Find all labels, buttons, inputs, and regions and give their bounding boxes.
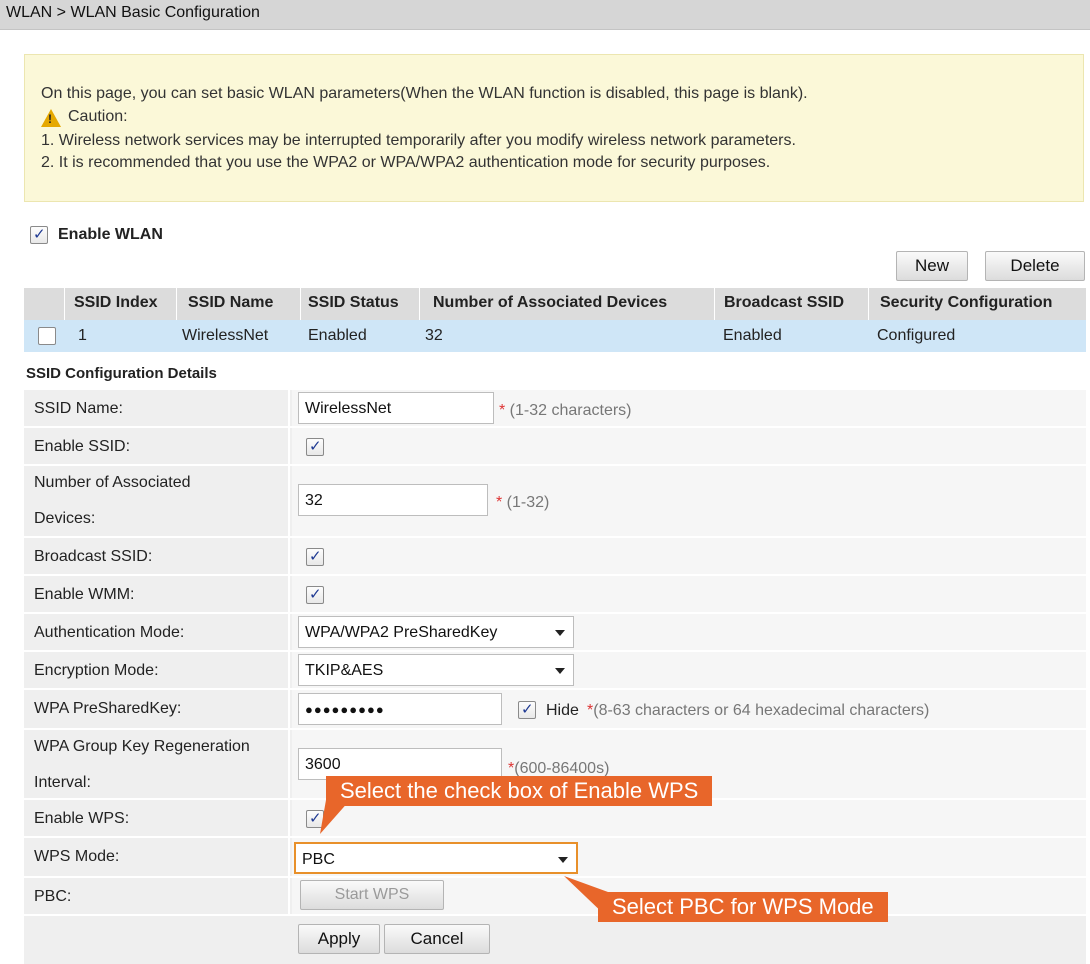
- row-enable-wmm: Enable WMM:: [24, 576, 1086, 614]
- row-associated-devices: Number of Associated Devices: 32 * (1-32…: [24, 466, 1086, 538]
- pbc-label: PBC:: [34, 888, 72, 905]
- cell-security-config: Configured: [877, 327, 956, 344]
- notice-caution: Caution:: [68, 108, 128, 125]
- col-ssid-status: SSID Status: [308, 294, 399, 311]
- broadcast-ssid-label: Broadcast SSID:: [34, 548, 153, 565]
- ssid-name-label: SSID Name:: [34, 400, 123, 417]
- enable-ssid-label: Enable SSID:: [34, 438, 131, 455]
- row-enable-ssid: Enable SSID:: [24, 428, 1086, 466]
- ssid-table-header: SSID Index SSID Name SSID Status Number …: [24, 288, 1086, 320]
- cell-ssid-status: Enabled: [308, 327, 367, 344]
- row-wps-mode: WPS Mode: PBC: [24, 838, 1086, 878]
- enable-wmm-checkbox[interactable]: [306, 585, 324, 604]
- info-notice: On this page, you can set basic WLAN par…: [24, 54, 1084, 202]
- group-key-label-2: Interval:: [34, 774, 91, 791]
- associated-devices-label-2: Devices:: [34, 510, 96, 527]
- row-encryption-mode: Encryption Mode: TKIP&AES: [24, 652, 1086, 690]
- col-broadcast-ssid: Broadcast SSID: [724, 294, 845, 311]
- enable-wlan-label: Enable WLAN: [58, 226, 163, 243]
- enable-ssid-checkbox[interactable]: [306, 437, 324, 456]
- cell-ssid-index: 1: [78, 327, 87, 344]
- encryption-mode-label: Encryption Mode:: [34, 662, 159, 679]
- breadcrumb-bar: WLAN > WLAN Basic Configuration: [0, 0, 1090, 30]
- hide-psk-checkbox[interactable]: [518, 700, 536, 719]
- group-key-label-1: WPA Group Key Regeneration: [34, 738, 250, 755]
- row-ssid-name: SSID Name: WirelessNet * (1-32 character…: [24, 390, 1086, 428]
- wps-mode-select[interactable]: PBC: [294, 842, 578, 874]
- chevron-down-icon: [558, 857, 568, 863]
- col-ssid-index: SSID Index: [74, 294, 158, 311]
- associated-devices-hint: * (1-32): [496, 494, 550, 511]
- hide-psk-label: Hide: [546, 702, 579, 719]
- cell-broadcast-ssid: Enabled: [723, 327, 782, 344]
- ssid-name-hint: * (1-32 characters): [499, 402, 632, 419]
- col-ssid-name: SSID Name: [188, 294, 274, 311]
- new-button[interactable]: New: [896, 251, 968, 281]
- row-select-checkbox[interactable]: [38, 327, 56, 345]
- row-psk: WPA PreSharedKey: ●●●●●●●●● Hide *(8-63 …: [24, 690, 1086, 730]
- warning-icon: [41, 109, 61, 127]
- broadcast-ssid-checkbox[interactable]: [306, 547, 324, 566]
- enable-wlan-checkbox[interactable]: [30, 225, 48, 244]
- row-auth-mode: Authentication Mode: WPA/WPA2 PreSharedK…: [24, 614, 1086, 652]
- chevron-down-icon: [555, 668, 565, 674]
- psk-label: WPA PreSharedKey:: [34, 700, 182, 717]
- notice-intro: On this page, you can set basic WLAN par…: [41, 85, 808, 102]
- cell-associated-devices: 32: [425, 327, 443, 344]
- start-wps-button[interactable]: Start WPS: [300, 880, 444, 910]
- row-broadcast-ssid: Broadcast SSID:: [24, 538, 1086, 576]
- enable-wmm-label: Enable WMM:: [34, 586, 135, 603]
- auth-mode-select[interactable]: WPA/WPA2 PreSharedKey: [298, 616, 574, 648]
- callout-wps-mode: Select PBC for WPS Mode: [598, 892, 888, 922]
- delete-button[interactable]: Delete: [985, 251, 1085, 281]
- breadcrumb: WLAN > WLAN Basic Configuration: [6, 4, 260, 21]
- col-associated-devices: Number of Associated Devices: [433, 294, 668, 311]
- notice-line-2: 2. It is recommended that you use the WP…: [41, 154, 771, 171]
- enable-wps-label: Enable WPS:: [34, 810, 130, 827]
- callout-enable-wps: Select the check box of Enable WPS: [326, 776, 713, 806]
- col-security-config: Security Configuration: [880, 294, 1053, 311]
- psk-hint: *(8-63 characters or 64 hexadecimal char…: [587, 702, 930, 719]
- chevron-down-icon: [555, 630, 565, 636]
- table-row[interactable]: 1 WirelessNet Enabled 32 Enabled Configu…: [24, 320, 1086, 352]
- psk-input[interactable]: ●●●●●●●●●: [298, 693, 502, 725]
- notice-line-1: 1. Wireless network services may be inte…: [41, 132, 796, 149]
- auth-mode-label: Authentication Mode:: [34, 624, 185, 641]
- ssid-name-input[interactable]: WirelessNet: [298, 392, 494, 424]
- row-pbc: PBC: Start WPS: [24, 878, 1086, 916]
- associated-devices-input[interactable]: 32: [298, 484, 488, 516]
- apply-button[interactable]: Apply: [298, 924, 380, 954]
- cell-ssid-name: WirelessNet: [182, 327, 269, 344]
- encryption-mode-select[interactable]: TKIP&AES: [298, 654, 574, 686]
- cancel-button[interactable]: Cancel: [384, 924, 490, 954]
- wps-mode-label: WPS Mode:: [34, 848, 120, 865]
- ssid-config-details-title: SSID Configuration Details: [26, 365, 217, 382]
- row-actions: Apply Cancel: [24, 916, 1086, 964]
- associated-devices-label-1: Number of Associated: [34, 474, 191, 491]
- callout-pointer-enable-wps: [320, 800, 350, 834]
- callout-pointer-wps-mode: [564, 876, 608, 918]
